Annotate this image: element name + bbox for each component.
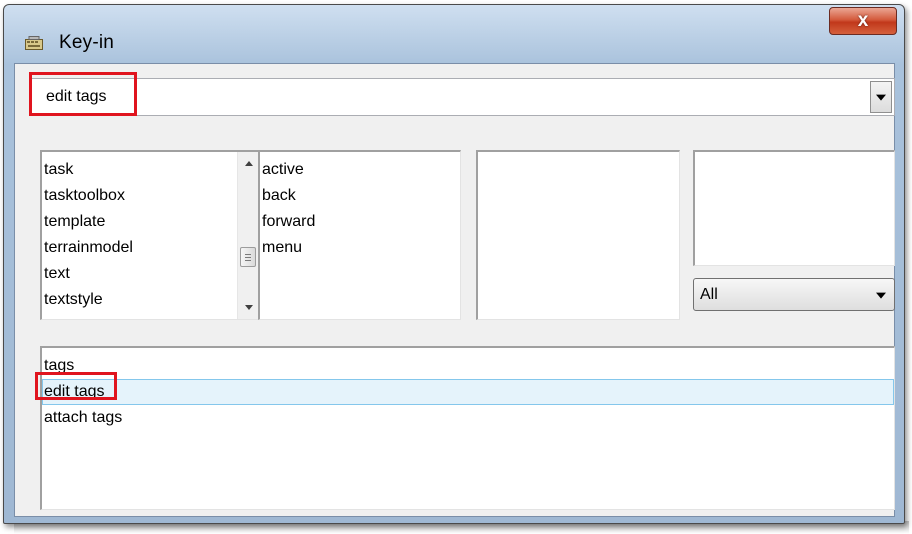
list-item[interactable]: text <box>42 261 259 287</box>
list-item[interactable]: forward <box>260 209 460 235</box>
subcommand-list[interactable]: active back forward menu <box>258 150 461 320</box>
list-item[interactable]: active <box>260 157 460 183</box>
list-item[interactable]: task <box>42 157 259 183</box>
chevron-down-icon <box>876 292 886 299</box>
history-item[interactable]: attach tags <box>42 405 894 431</box>
window-title: Key-in <box>59 32 115 53</box>
keyin-combobox[interactable]: edit tags <box>31 78 895 116</box>
chevron-down-icon <box>876 94 886 101</box>
option-list-3[interactable] <box>476 150 680 320</box>
keyin-input[interactable]: edit tags <box>46 88 106 106</box>
list-item[interactable]: back <box>260 183 460 209</box>
list-item[interactable]: tasktoolbox <box>42 183 259 209</box>
close-icon: x <box>857 10 869 31</box>
keyin-dropdown-button[interactable] <box>870 81 892 113</box>
history-item[interactable]: tags <box>42 353 894 379</box>
option-list-4[interactable] <box>693 150 895 266</box>
filter-select[interactable]: All <box>693 278 895 311</box>
command-list[interactable]: task tasktoolbox template terrainmodel t… <box>40 150 260 320</box>
scroll-down-icon[interactable] <box>245 305 253 310</box>
list-item[interactable]: textstyle <box>42 287 259 313</box>
dialog-body: edit tags task tasktoolbox template terr… <box>14 63 895 517</box>
list-item[interactable]: terrainmodel <box>42 235 259 261</box>
list-item[interactable]: template <box>42 209 259 235</box>
scroll-thumb[interactable] <box>240 247 256 267</box>
keyboard-icon <box>25 36 43 50</box>
history-item-selected[interactable]: edit tags <box>42 379 894 405</box>
history-list[interactable]: tags edit tags attach tags <box>40 346 895 510</box>
title-bar[interactable]: Key-in x <box>4 5 904 63</box>
command-list-scrollbar[interactable] <box>237 152 259 319</box>
scroll-up-icon[interactable] <box>245 161 253 166</box>
filter-select-value: All <box>700 286 718 303</box>
list-item[interactable]: menu <box>260 235 460 261</box>
key-in-dialog: Key-in x edit tags task tasktoolbox temp… <box>3 4 905 524</box>
close-button[interactable]: x <box>829 7 897 35</box>
